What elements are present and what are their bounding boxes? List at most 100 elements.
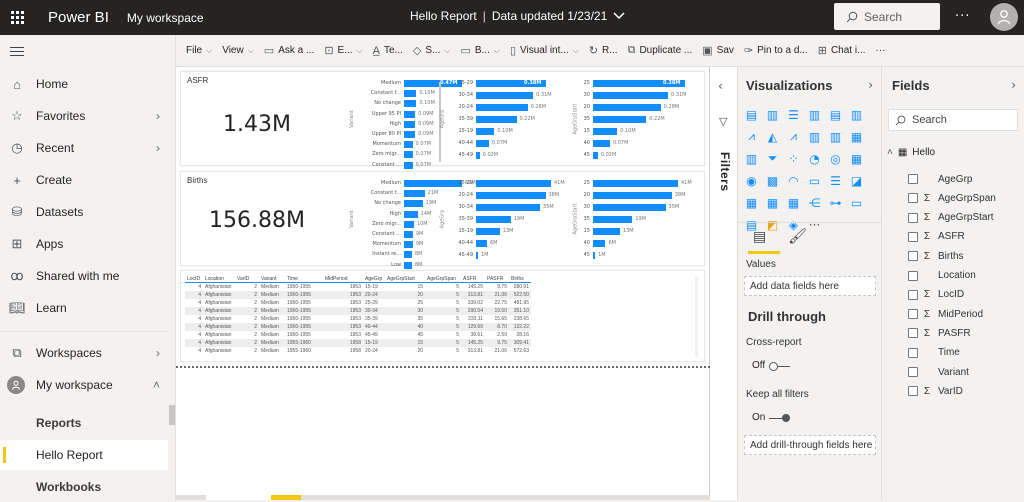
nav-my-workspace[interactable]: My workspace ˄ [0,370,168,400]
field-checkbox[interactable] [908,212,918,223]
field-item[interactable]: Σ AgeGrpSpan [908,190,996,206]
toolbar-item-pin-to-a-d[interactable]: ✑ Pin to a d... [744,44,808,57]
table-row[interactable]: 4 Afghanistan 2 Medium 1950-1955 1953 45-49 45 5… [185,331,531,339]
matrix-icon[interactable]: ▦ [786,195,801,210]
field-item[interactable]: Variant [908,364,969,380]
toolbar-item-duplicate[interactable]: ⧉ Duplicate ... [628,44,693,57]
toolbar-item-te[interactable]: A̲ Te... [373,45,403,57]
table-row[interactable]: 4 Afghanistan 2 Medium 1950-1955 1953 15-19 15 5… [185,283,531,291]
bar[interactable] [404,261,412,269]
line-icon[interactable]: ⩘ [744,129,759,144]
area-icon[interactable]: ◭ [765,129,780,144]
table-row[interactable]: 4 Afghanistan 2 Medium 1950-1955 1953 35-39 35 5… [185,315,531,323]
bar[interactable] [476,180,551,187]
cross-report-toggle[interactable]: Off [752,360,791,371]
nav-shared-with-me[interactable]: ꝏ Shared with me [0,261,168,291]
table-row[interactable]: 4 Afghanistan 2 Medium 1955-1960 1958 20-24 20 5… [185,347,531,355]
toolbar-item-view[interactable]: View ⌵ [222,45,254,56]
fields-tab-icon[interactable]: ▤ [753,229,766,245]
field-checkbox[interactable] [908,289,918,300]
toolbar-item-b[interactable]: ▭ B... ⌵ [460,44,500,57]
qa-icon[interactable]: ▭ [849,195,864,210]
toolbar-item-chat-i[interactable]: ⊞ Chat i... [818,44,866,57]
field-item[interactable]: Σ Births [908,248,964,264]
slicer-icon[interactable]: ▦ [744,195,759,210]
column-header[interactable]: ASFR [461,276,485,282]
bar[interactable] [476,104,528,111]
births-card[interactable]: Births 156.88M Variant Medium 59M Constant … [180,171,705,269]
bar[interactable] [476,140,489,147]
bar[interactable] [593,128,618,135]
bar[interactable] [404,241,413,249]
column-header[interactable]: PASFR [485,276,509,282]
chevron-right-icon[interactable]: › [1011,78,1016,92]
bar[interactable] [404,200,423,208]
bar[interactable] [404,231,413,238]
filters-pane-collapsed[interactable]: ‹ ▽ Filters [710,67,738,500]
bar[interactable] [476,128,495,135]
bar[interactable] [476,192,546,199]
bar[interactable] [404,110,416,118]
chevron-left-icon[interactable]: ‹ [718,79,723,93]
column-header[interactable]: Variant [259,276,285,282]
field-checkbox[interactable] [908,309,918,320]
field-checkbox[interactable] [908,231,918,242]
table-icon[interactable]: ▦ [765,195,780,210]
asfr-card[interactable]: ASFR 1.43M Variant Medium 0.47M Constant f.… [180,71,705,169]
bar[interactable] [476,228,500,235]
page-tabs-scrollbar[interactable] [176,495,710,500]
toolbar-item-sav[interactable]: ▣ Sav [702,44,734,57]
field-checkbox[interactable] [908,328,918,339]
bar[interactable] [593,92,669,99]
table-row[interactable]: 4 Afghanistan 2 Medium 1955-1960 1958 15-19 15 5… [185,339,531,347]
stacked-column-icon[interactable]: ▥ [765,107,780,122]
toolbar-item-s[interactable]: ◇ S... ⌵ [413,44,451,57]
field-checkbox[interactable] [908,347,918,358]
table-scrollbar[interactable] [695,277,698,357]
field-checkbox[interactable] [908,367,918,377]
line-clustered-icon[interactable]: ▥ [828,129,843,144]
nav-create[interactable]: + Create [0,165,168,195]
bar[interactable] [593,228,620,235]
treemap-icon[interactable]: ▦ [849,151,864,166]
bar[interactable] [476,92,534,99]
field-item[interactable]: Time [908,345,960,361]
chevron-right-icon[interactable]: › [868,78,873,92]
filled-map-icon[interactable]: ▩ [765,173,780,188]
donut-icon[interactable]: ◎ [828,151,843,166]
bar[interactable] [404,251,412,259]
bar[interactable] [404,190,425,198]
clustered-bar-icon[interactable]: ☰ [786,107,801,122]
bar[interactable] [476,240,487,247]
map-icon[interactable]: ◉ [744,173,759,188]
bar[interactable] [476,116,517,123]
more-options-button[interactable]: ··· [955,9,970,24]
format-paint-roller-icon[interactable]: 🖌︎ [788,227,807,245]
multirow-card-icon[interactable]: ☰ [828,173,843,188]
toolbar-item-ask-a[interactable]: ▭ Ask a ... [264,44,315,57]
drill-through-drop-zone[interactable]: Add drill-through fields here [744,435,876,455]
card-icon[interactable]: ▭ [807,173,822,188]
scatter-icon[interactable]: ⁘ [786,151,801,166]
table-node-hello[interactable]: ˄ ▦ Hello [887,147,935,158]
field-checkbox[interactable] [908,174,918,184]
sidebar-scrollbar[interactable] [169,405,175,425]
app-launcher-button[interactable] [0,0,34,35]
field-item[interactable]: Location [908,268,976,284]
stacked-bar-icon[interactable]: ▤ [744,107,759,122]
bar[interactable] [404,161,413,169]
table-row[interactable]: 4 Afghanistan 2 Medium 1950-1955 1953 30-34 30 5… [185,307,531,315]
bar[interactable] [404,220,414,228]
toolbar-item-e[interactable]: ⊡ E... ⌵ [324,44,362,57]
nav-datasets[interactable]: ⛁ Datasets [0,197,168,227]
bar[interactable] [476,204,541,211]
bar[interactable] [404,210,418,218]
bar[interactable] [593,152,598,159]
column-header[interactable]: MidPeriod [323,276,363,282]
key-influencers-icon[interactable]: ⋲ [807,195,822,210]
gauge-icon[interactable]: ◠ [786,173,801,188]
bar[interactable] [404,131,416,138]
nav-learn[interactable]: 📖︎ Learn [0,293,168,323]
toolbar-item-file[interactable]: File ⌵ [186,45,212,56]
nav-recent[interactable]: ◷ Recent › [0,133,168,163]
